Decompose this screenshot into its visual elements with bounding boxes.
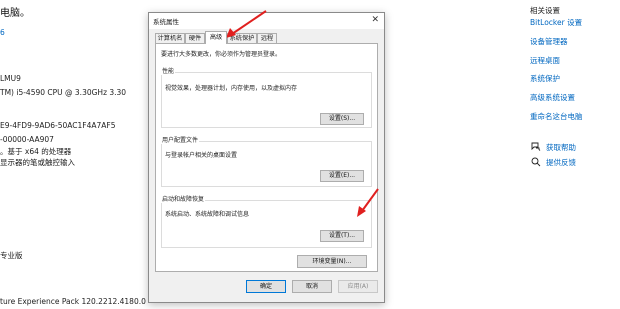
annotation-arrow-startup: [357, 188, 379, 217]
apply-button[interactable]: 应用(A): [338, 280, 378, 293]
performance-group: 性能 视觉效果，处理器计划，内存使用，以及虚拟内存 设置(S)...: [161, 66, 372, 128]
experience-value: ture Experience Pack 120.2212.4180.0: [0, 297, 146, 306]
dialog-title: 系统属性: [153, 18, 179, 26]
annotation-arrow-tab: [226, 10, 267, 38]
product-id-value: -00000-AA907: [0, 135, 54, 144]
system-properties-dialog: 系统属性 ✕ 计算机名 硬件 高级 系统保护 远程 要进行大多数更改，你必须作为…: [148, 12, 385, 303]
tab-hardware[interactable]: 硬件: [185, 33, 205, 43]
performance-label: 性能: [161, 66, 176, 75]
related-settings-title: 相关设置: [530, 6, 560, 15]
close-icon[interactable]: ✕: [371, 15, 379, 25]
edition-value: 专业版: [0, 251, 23, 260]
user-profiles-label: 用户配置文件: [161, 135, 200, 144]
startup-recovery-label: 启动和故障恢复: [161, 194, 206, 203]
give-feedback-link[interactable]: 提供反馈: [546, 157, 576, 168]
user-profiles-settings-button[interactable]: 设置(E)...: [320, 170, 364, 182]
environment-variables-button[interactable]: 环境变量(N)...: [297, 255, 367, 268]
user-profiles-desc: 与登录帐户相关的桌面设置: [165, 152, 238, 159]
cancel-button[interactable]: 取消: [292, 280, 332, 293]
advanced-tab-panel: 要进行大多数更改，你必须作为管理员登录。 性能 视觉效果，处理器计划，内存使用，…: [155, 43, 378, 272]
advanced-system-settings-link[interactable]: 高级系统设置: [530, 92, 575, 103]
system-type-value: 。基于 x64 的处理器: [0, 147, 72, 156]
pen-touch-value: 显示器的笔或触控输入: [0, 158, 75, 167]
background-link[interactable]: 6: [0, 28, 5, 37]
device-id-value: E9-4FD9-9AD6-50AC1F4A7AF5: [0, 121, 116, 130]
remote-desktop-link[interactable]: 远程桌面: [530, 55, 560, 66]
tab-computer-name[interactable]: 计算机名: [155, 33, 185, 43]
page-title: 电脑。: [0, 8, 30, 19]
get-help-link[interactable]: 获取帮助: [546, 142, 576, 153]
help-chat-icon: [531, 142, 541, 152]
startup-recovery-settings-button[interactable]: 设置(T)...: [320, 230, 364, 242]
tab-advanced[interactable]: 高级: [205, 31, 227, 44]
user-profiles-group: 用户配置文件 与登录帐户相关的桌面设置 设置(E)...: [161, 135, 372, 187]
device-name-value: LMU9: [0, 74, 21, 83]
system-protection-link[interactable]: 系统保护: [530, 73, 560, 84]
processor-value: TM) i5-4590 CPU @ 3.30GHz 3.30: [0, 88, 127, 97]
feedback-icon: [531, 157, 541, 167]
bitlocker-link[interactable]: BitLocker 设置: [530, 17, 582, 28]
device-manager-link[interactable]: 设备管理器: [530, 36, 568, 47]
admin-note: 要进行大多数更改，你必须作为管理员登录。: [161, 51, 282, 58]
performance-desc: 视觉效果，处理器计划，内存使用，以及虚拟内存: [165, 85, 298, 92]
startup-recovery-group: 启动和故障恢复 系统启动、系统故障和调试信息 设置(T)...: [161, 194, 372, 248]
performance-settings-button[interactable]: 设置(S)...: [320, 113, 364, 125]
ok-button[interactable]: 确定: [246, 280, 286, 293]
startup-recovery-desc: 系统启动、系统故障和调试信息: [165, 211, 250, 218]
rename-pc-link[interactable]: 重命名这台电脑: [530, 111, 583, 122]
